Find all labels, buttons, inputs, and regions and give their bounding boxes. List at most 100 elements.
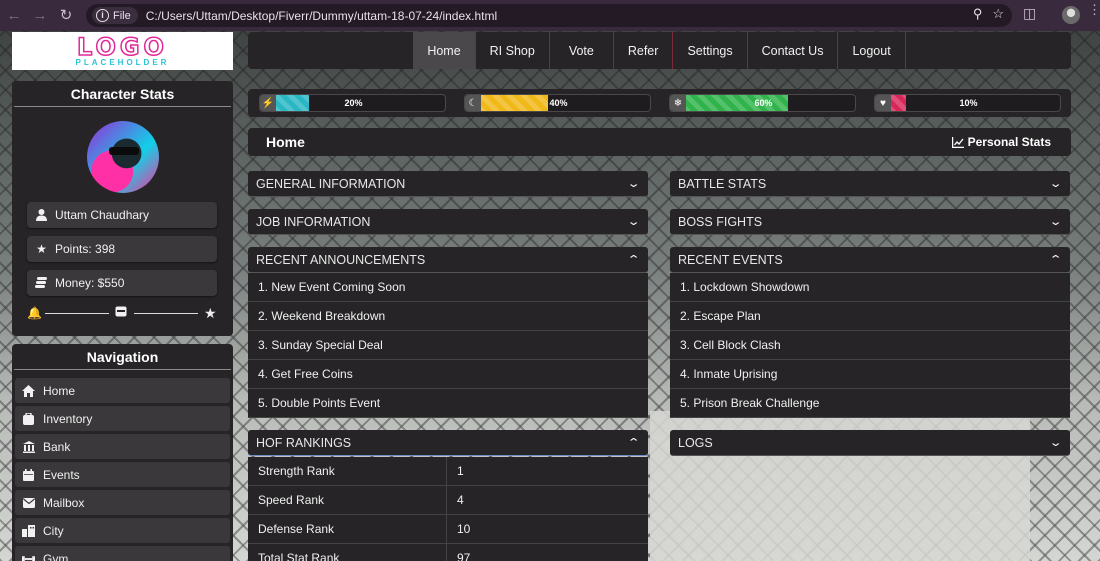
sidebar-item-inventory[interactable]: Inventory — [15, 406, 230, 431]
recent-events-header[interactable]: RECENT EVENTS ⌃ — [670, 247, 1070, 273]
character-name: Uttam Chaudhary — [55, 208, 150, 222]
browser-menu-icon[interactable]: ⋮ — [1088, 3, 1100, 16]
table-cell-value: 1 — [446, 457, 648, 486]
nav-logout[interactable]: Logout — [838, 32, 906, 69]
city-icon — [22, 524, 35, 537]
section-title: JOB INFORMATION — [256, 214, 371, 229]
section-title: GENERAL INFORMATION — [256, 176, 406, 191]
nerve-bar: ☾ 40% — [464, 94, 651, 112]
sidebar-item-label: Gym — [43, 551, 69, 561]
health-bar: ♥ 10% — [874, 94, 1061, 112]
sidebar-item-bank[interactable]: Bank — [15, 434, 230, 459]
boss-fights-header[interactable]: BOSS FIGHTS ⌄ — [670, 209, 1070, 235]
character-stats-title: Character Stats — [14, 81, 231, 107]
points-value: Points: 398 — [55, 242, 116, 256]
profile-avatar[interactable] — [1062, 6, 1080, 24]
calendar-icon — [22, 468, 35, 481]
sidebar-item-gym[interactable]: Gym — [15, 546, 230, 561]
chevron-down-icon: ⌄ — [1048, 216, 1063, 228]
zoom-icon[interactable]: ⚲ — [973, 6, 983, 22]
list-item[interactable]: 3. Cell Block Clash — [670, 331, 1070, 360]
section-title: BOSS FIGHTS — [678, 214, 763, 229]
star-icon: ★ — [36, 242, 47, 256]
chevron-down-icon: ⌄ — [1048, 178, 1063, 190]
list-item[interactable]: 1. New Event Coming Soon — [248, 273, 648, 302]
address-bar[interactable]: i File C:/Users/Uttam/Desktop/Fiverr/Dum… — [86, 4, 1012, 27]
sidebar-item-city[interactable]: City — [15, 518, 230, 543]
character-avatar[interactable] — [87, 121, 159, 193]
user-icon — [35, 209, 48, 222]
sidebar-item-home[interactable]: Home — [15, 378, 230, 403]
bank-icon — [22, 440, 35, 453]
status-slider-row: 🔔 ★ — [27, 305, 219, 322]
sidebar-item-label: City — [43, 523, 64, 538]
progress-bars-strip: ⚡ 20% ☾ 40% ❄ 60% ♥ 10% — [248, 89, 1071, 117]
personal-stats-label: Personal Stats — [967, 135, 1051, 149]
back-icon[interactable]: ← — [2, 3, 26, 27]
recent-announcements-header[interactable]: RECENT ANNOUNCEMENTS ⌃ — [248, 247, 648, 273]
awake-bar-label: 60% — [754, 98, 773, 108]
table-cell-value: 97 — [446, 544, 648, 561]
reload-icon[interactable]: ↻ — [54, 3, 78, 27]
sidebar-item-label: Inventory — [43, 411, 93, 426]
table-cell-value: 4 — [446, 486, 648, 515]
personal-stats-link[interactable]: Personal Stats — [951, 135, 1051, 149]
list-item[interactable]: 4. Inmate Uprising — [670, 360, 1070, 389]
inventory-icon — [22, 412, 35, 425]
divider-line — [45, 313, 109, 314]
star-icon[interactable]: ★ — [204, 305, 217, 322]
bell-icon[interactable]: 🔔 — [27, 306, 42, 320]
list-item[interactable]: 1. Lockdown Showdown — [670, 273, 1070, 302]
forward-icon[interactable]: → — [28, 3, 52, 27]
envelope-icon — [22, 496, 35, 509]
list-item[interactable]: 2. Weekend Breakdown — [248, 302, 648, 331]
nav-vote[interactable]: Vote — [550, 32, 614, 69]
health-bar-label: 10% — [959, 98, 978, 108]
site-info-chip[interactable]: i File — [92, 7, 138, 24]
url-text: C:/Users/Uttam/Desktop/Fiverr/Dummy/utta… — [145, 8, 498, 23]
list-item[interactable]: 2. Escape Plan — [670, 302, 1070, 331]
sidebar-item-label: Mailbox — [43, 495, 85, 510]
job-information-header[interactable]: JOB INFORMATION ⌄ — [248, 209, 648, 235]
table-cell-label: Total Stat Rank — [248, 544, 447, 561]
sidebar-item-mailbox[interactable]: Mailbox — [15, 490, 230, 515]
battle-stats-header[interactable]: BATTLE STATS ⌄ — [670, 171, 1070, 197]
extensions-icon[interactable]: ◫ — [1023, 5, 1036, 22]
list-item[interactable]: 5. Prison Break Challenge — [670, 389, 1070, 418]
section-title: LOGS — [678, 435, 713, 450]
table-cell-label: Defense Rank — [248, 515, 447, 544]
nav-ri-shop[interactable]: RI Shop — [476, 32, 550, 69]
energy-bar-label: 20% — [344, 98, 363, 108]
sidebar-item-events[interactable]: Events — [15, 462, 230, 487]
money-pill: Money: $550 — [27, 270, 217, 296]
dumbbell-icon — [22, 552, 35, 561]
character-stats-panel: Character Stats Uttam Chaudhary ★ Points… — [12, 81, 233, 336]
inbox-icon[interactable] — [115, 306, 127, 320]
sidebar-item-label: Bank — [43, 439, 71, 454]
site-logo[interactable]: LOGO PLACEHOLDER — [12, 32, 233, 70]
list-item[interactable]: 5. Double Points Event — [248, 389, 648, 418]
general-information-header[interactable]: GENERAL INFORMATION ⌄ — [248, 171, 648, 197]
money-value: Money: $550 — [55, 276, 125, 290]
chevron-down-icon: ⌄ — [1048, 437, 1063, 449]
list-item[interactable]: 3. Sunday Special Deal — [248, 331, 648, 360]
section-title: RECENT ANNOUNCEMENTS — [256, 252, 426, 267]
list-item[interactable]: 4. Get Free Coins — [248, 360, 648, 389]
nav-refer[interactable]: Refer — [614, 32, 674, 69]
info-icon: i — [96, 9, 109, 22]
points-pill: ★ Points: 398 — [27, 236, 217, 262]
nav-contact-us[interactable]: Contact Us — [748, 32, 839, 69]
hof-rankings-header[interactable]: HOF RANKINGS ⌃ — [248, 430, 648, 456]
divider-line — [134, 313, 198, 314]
home-header: Home Personal Stats — [248, 128, 1071, 156]
table-cell-label: Strength Rank — [248, 457, 447, 486]
home-icon — [22, 384, 35, 397]
nav-home[interactable]: Home — [413, 32, 476, 69]
table-cell-label: Speed Rank — [248, 486, 447, 515]
bookmark-star-icon[interactable]: ☆ — [992, 6, 1004, 22]
page-title: Home — [266, 134, 305, 150]
logs-header[interactable]: LOGS ⌄ — [670, 430, 1070, 456]
nav-settings[interactable]: Settings — [673, 32, 748, 69]
chevron-up-icon: ⌃ — [626, 437, 641, 449]
section-title: RECENT EVENTS — [678, 252, 783, 267]
